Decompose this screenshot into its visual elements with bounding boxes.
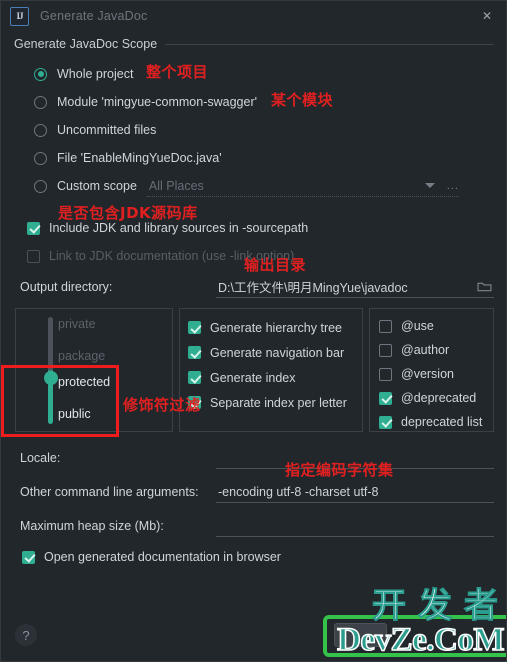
checkbox-include-jdk-sources[interactable] bbox=[27, 221, 40, 235]
checkbox-row-navigation-bar[interactable]: Generate navigation bar bbox=[188, 340, 362, 365]
checkbox-row-open-in-browser[interactable]: Open generated documentation in browser bbox=[22, 550, 506, 564]
other-args-label: Other command line arguments: bbox=[20, 485, 199, 499]
checkbox-link-jdk-docs bbox=[27, 249, 40, 263]
custom-scope-value: All Places bbox=[148, 178, 204, 193]
other-args-row: 指定编码字符集 Other command line arguments: -e… bbox=[20, 461, 494, 508]
scope-label-uncommitted: Uncommitted files bbox=[57, 123, 157, 137]
checkbox-row-version[interactable]: @version bbox=[379, 362, 493, 386]
checkbox-generate-index[interactable] bbox=[188, 371, 201, 384]
label-include-jdk-sources: Include JDK and library sources in -sour… bbox=[49, 221, 309, 235]
radio-custom-scope[interactable] bbox=[34, 179, 47, 193]
visibility-level-package[interactable]: package bbox=[58, 349, 105, 363]
radio-uncommitted-files[interactable] bbox=[34, 123, 47, 137]
annotation-whole-project: 整个项目 bbox=[146, 63, 209, 81]
checkbox-row-separate-index[interactable]: Separate index per letter bbox=[188, 390, 362, 415]
help-icon[interactable]: ? bbox=[15, 624, 37, 646]
checkbox-deprecated-list[interactable] bbox=[379, 415, 392, 429]
bottom-fields: Locale: 指定编码字符集 Other command line argum… bbox=[1, 442, 506, 542]
custom-scope-dropdown[interactable]: All Places ... bbox=[146, 176, 459, 197]
scope-label-module: Module 'mingyue-common-swagger' bbox=[57, 95, 257, 109]
dialog-footer: ? bbox=[1, 615, 506, 661]
visibility-panel: private package protected public bbox=[15, 308, 173, 432]
locale-label: Locale: bbox=[20, 451, 61, 465]
intellij-idea-icon: IJ bbox=[10, 6, 29, 26]
scope-option-file[interactable]: File 'EnableMingYueDoc.java' bbox=[34, 144, 506, 172]
label-generate-hierarchy-tree: Generate hierarchy tree bbox=[210, 320, 343, 335]
checkbox-author[interactable] bbox=[379, 343, 392, 357]
max-heap-input[interactable] bbox=[216, 515, 494, 537]
label-deprecated: @deprecated bbox=[401, 391, 477, 405]
checkbox-row-generate-index[interactable]: Generate index bbox=[188, 365, 362, 390]
tag-options-panel: @use @author @version @deprecated deprec… bbox=[369, 308, 494, 432]
folder-icon[interactable] bbox=[477, 281, 492, 293]
chevron-down-icon[interactable] bbox=[424, 183, 435, 188]
custom-scope-browse-button[interactable]: ... bbox=[447, 180, 459, 192]
output-directory-row: 输出目录 Output directory: D:\工作文件\明月MingYue… bbox=[20, 256, 494, 300]
max-heap-label: Maximum heap size (Mb): bbox=[20, 519, 164, 533]
scope-option-custom[interactable]: Custom scope All Places ... bbox=[34, 172, 506, 200]
generate-javadoc-dialog: IJ Generate JavaDoc ✕ Generate JavaDoc S… bbox=[0, 0, 507, 662]
label-author: @author bbox=[401, 343, 450, 357]
title-bar: IJ Generate JavaDoc ✕ bbox=[1, 1, 506, 31]
checkbox-version[interactable] bbox=[379, 367, 392, 381]
checkbox-row-use[interactable]: @use bbox=[379, 314, 493, 338]
button-highlight-box bbox=[323, 615, 506, 657]
visibility-level-public[interactable]: public bbox=[58, 407, 91, 421]
radio-module[interactable] bbox=[34, 95, 47, 109]
radio-file[interactable] bbox=[34, 151, 47, 165]
radio-whole-project[interactable] bbox=[34, 67, 47, 81]
label-separate-index-per-letter: Separate index per letter bbox=[210, 395, 347, 410]
label-version: @version bbox=[401, 367, 454, 381]
output-directory-label: Output directory: bbox=[20, 280, 113, 294]
label-use: @use bbox=[401, 319, 434, 333]
visibility-level-list: private package protected public bbox=[58, 309, 168, 431]
checkbox-use[interactable] bbox=[379, 319, 392, 333]
scope-option-module[interactable]: Module 'mingyue-common-swagger' 某个模块 bbox=[34, 88, 506, 116]
other-args-input[interactable]: -encoding utf-8 -charset utf-8 bbox=[216, 481, 494, 503]
scope-label-file: File 'EnableMingYueDoc.java' bbox=[57, 151, 222, 165]
locale-row: Locale: bbox=[20, 442, 494, 474]
scope-section-header: Generate JavaDoc Scope bbox=[14, 37, 494, 51]
visibility-slider-thumb[interactable] bbox=[43, 371, 58, 385]
checkbox-deprecated[interactable] bbox=[379, 391, 392, 405]
scope-option-uncommitted[interactable]: Uncommitted files bbox=[34, 116, 506, 144]
window-title: Generate JavaDoc bbox=[40, 9, 148, 23]
max-heap-row: Maximum heap size (Mb): bbox=[20, 510, 494, 542]
scope-section-rule bbox=[165, 43, 494, 45]
checkbox-separate-index-per-letter[interactable] bbox=[188, 396, 201, 409]
locale-input[interactable] bbox=[216, 447, 494, 469]
checkbox-generate-navigation-bar[interactable] bbox=[188, 346, 201, 359]
scope-label-custom: Custom scope bbox=[57, 179, 137, 193]
label-generate-index: Generate index bbox=[210, 370, 296, 385]
close-icon[interactable]: ✕ bbox=[478, 7, 496, 25]
checkbox-row-include-jdk-sources[interactable]: Include JDK and library sources in -sour… bbox=[27, 214, 506, 242]
checkbox-row-author[interactable]: @author bbox=[379, 338, 493, 362]
options-panels: private package protected public Generat… bbox=[1, 308, 494, 437]
output-directory-input[interactable]: D:\工作文件\明月MingYue\javadoc bbox=[216, 276, 494, 298]
scope-section-title: Generate JavaDoc Scope bbox=[14, 37, 158, 51]
checkbox-row-deprecated-list[interactable]: deprecated list bbox=[379, 410, 493, 434]
label-link-jdk-docs: Link to JDK documentation (use -link opt… bbox=[49, 249, 295, 263]
scope-radio-group: Whole project 整个项目 Module 'mingyue-commo… bbox=[34, 60, 506, 200]
checkbox-open-in-browser[interactable] bbox=[22, 550, 35, 564]
jdk-options-group: 是否包含JDK源码库 Include JDK and library sourc… bbox=[27, 204, 506, 270]
checkbox-generate-hierarchy-tree[interactable] bbox=[188, 321, 201, 334]
checkbox-row-link-jdk-docs: Link to JDK documentation (use -link opt… bbox=[27, 242, 506, 270]
output-directory-value: D:\工作文件\明月MingYue\javadoc bbox=[218, 281, 408, 295]
generate-options-panel: Generate hierarchy tree Generate navigat… bbox=[179, 308, 363, 432]
visibility-level-private[interactable]: private bbox=[58, 317, 96, 331]
label-generate-navigation-bar: Generate navigation bar bbox=[210, 345, 345, 360]
scope-option-whole-project[interactable]: Whole project 整个项目 bbox=[34, 60, 506, 88]
scope-label-whole-project: Whole project bbox=[57, 67, 134, 81]
label-deprecated-list: deprecated list bbox=[401, 415, 483, 429]
label-open-in-browser: Open generated documentation in browser bbox=[44, 550, 281, 564]
app-icon-text: IJ bbox=[16, 11, 23, 21]
checkbox-row-deprecated[interactable]: @deprecated bbox=[379, 386, 493, 410]
other-args-value: -encoding utf-8 -charset utf-8 bbox=[218, 484, 379, 499]
annotation-module: 某个模块 bbox=[271, 91, 334, 109]
checkbox-row-hierarchy-tree[interactable]: Generate hierarchy tree bbox=[188, 315, 362, 340]
visibility-level-protected[interactable]: protected bbox=[58, 375, 110, 389]
